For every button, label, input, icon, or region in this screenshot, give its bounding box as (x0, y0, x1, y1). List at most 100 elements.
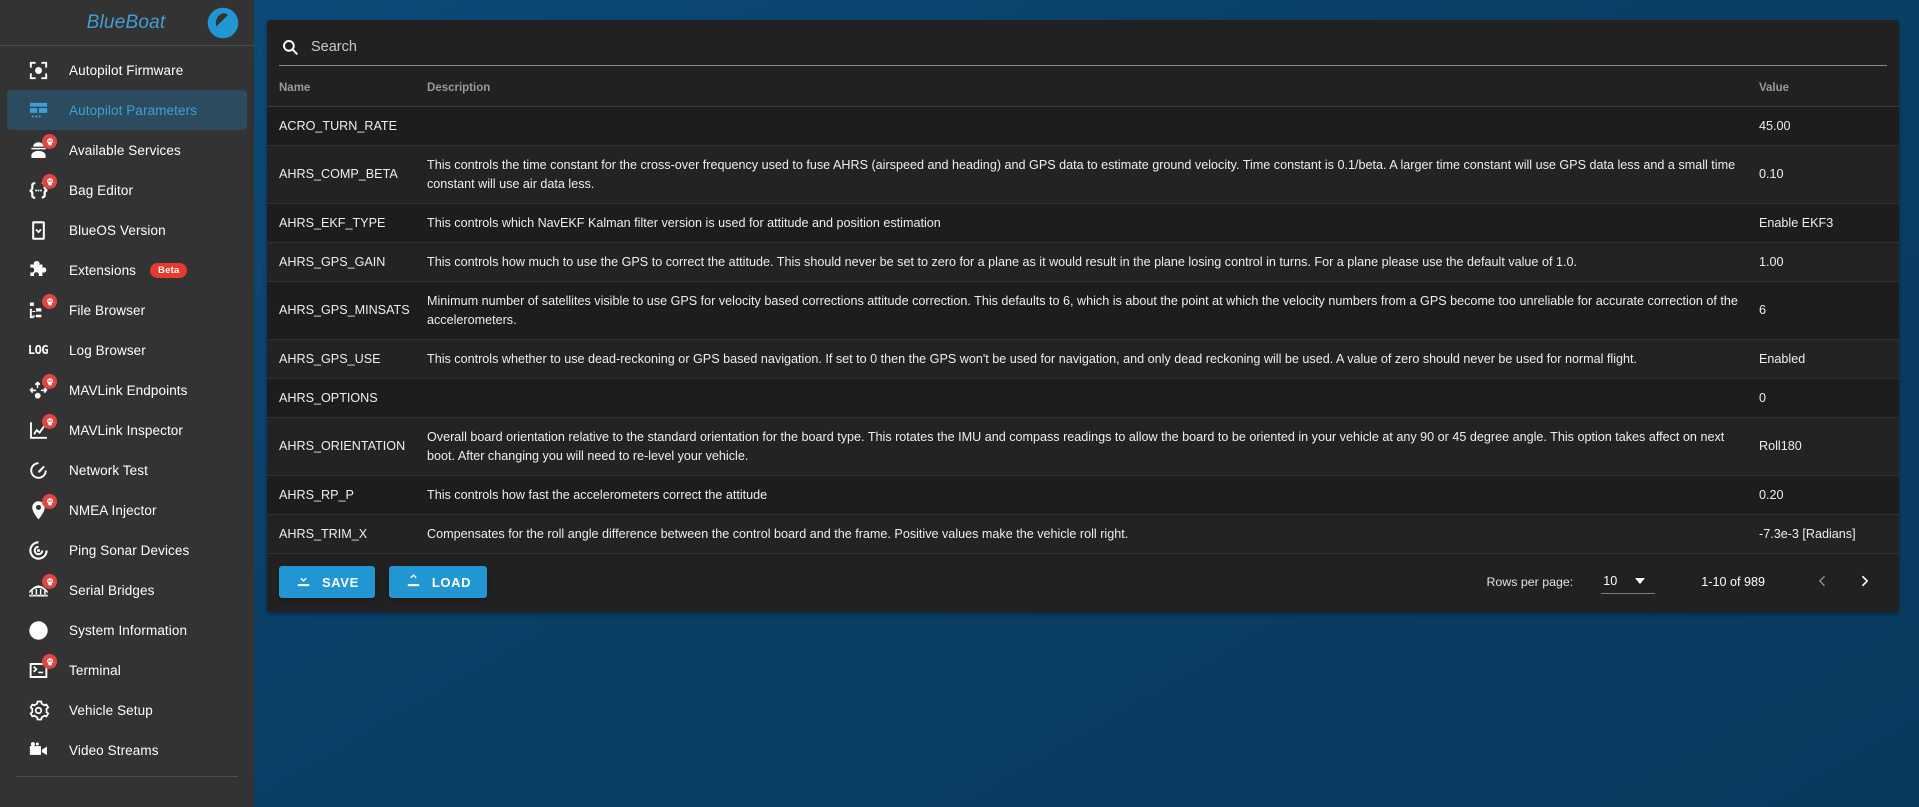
sidebar-item-network-test[interactable]: Network Test (7, 450, 247, 490)
sidebar-item-label: File Browser (69, 302, 146, 318)
sidebar-item-ping-sonar-devices[interactable]: Ping Sonar Devices (7, 530, 247, 570)
sidebar-item-label: MAVLink Endpoints (69, 382, 188, 398)
sidebar-item-label: System Information (69, 622, 188, 638)
load-button[interactable]: LOAD (388, 566, 488, 599)
parameter-name-cell: AHRS_GPS_GAIN (267, 242, 419, 283)
sidebar-item-video-streams[interactable]: Video Streams (7, 730, 247, 770)
save-button[interactable]: SAVE (279, 566, 375, 599)
sidebar-item-autopilot-parameters[interactable]: Autopilot Parameters (7, 90, 247, 131)
parameter-value-cell: 0.20 (1751, 475, 1899, 516)
sidebar-item-nmea-injector[interactable]: NMEA Injector (7, 490, 247, 530)
sidebar-item-label: BlueOS Version (69, 222, 166, 238)
column-header-value[interactable]: Value (1751, 66, 1899, 107)
chevron-left-icon (1816, 571, 1829, 594)
sidebar-item-label: MAVLink Inspector (69, 422, 183, 438)
rows-per-page-select[interactable]: 10 (1601, 571, 1656, 594)
speedometer-icon (21, 455, 55, 485)
services-person-icon (21, 134, 57, 165)
sidebar-item-autopilot-firmware[interactable]: Autopilot Firmware (7, 50, 247, 90)
parameter-name-cell: AHRS_ORIENTATION (267, 417, 419, 476)
sidebar-item-vehicle-setup[interactable]: Vehicle Setup (7, 690, 247, 730)
table-row[interactable]: AHRS_GPS_USE This controls whether to use… (267, 339, 1899, 380)
alert-skull-badge (42, 414, 57, 430)
parameter-name-cell: AHRS_EKF_TYPE (267, 203, 419, 244)
parameter-value-cell: Enable EKF3 (1751, 203, 1899, 244)
bridge-icon (21, 574, 57, 605)
previous-page-button[interactable] (1805, 565, 1839, 599)
pagination: Rows per page: 10 1-10 of 989 (1486, 565, 1881, 599)
sidebar-item-label: Autopilot Parameters (69, 102, 198, 118)
parameter-description-cell: Minimum number of satellites visible to … (419, 281, 1751, 340)
sidebar-item-mavlink-inspector[interactable]: MAVLink Inspector (7, 410, 247, 450)
sidebar-item-terminal[interactable]: Terminal (7, 650, 247, 690)
alert-skull-badge (42, 294, 57, 310)
sidebar-item-label: Autopilot Firmware (69, 62, 184, 78)
table-head: Name Description Value (267, 66, 1899, 107)
beta-badge: Beta (150, 263, 188, 278)
parameter-value-cell: -7.3e-3 [Radians] (1751, 514, 1899, 555)
search-icon (281, 38, 299, 56)
search-row[interactable] (279, 32, 1887, 66)
save-button-label: SAVE (322, 574, 359, 590)
column-header-name[interactable]: Name (267, 66, 419, 107)
alert-skull-badge (42, 574, 57, 590)
alert-skull-badge (42, 654, 57, 670)
table-row[interactable]: AHRS_RP_P This controls how fast the acce… (267, 475, 1899, 516)
parameter-description-cell: This controls the time constant for the … (419, 145, 1751, 204)
parameter-name-cell: AHRS_OPTIONS (267, 378, 419, 419)
download-icon (295, 572, 312, 592)
sidebar-item-bag-editor[interactable]: Bag Editor (7, 170, 247, 210)
sidebar-item-label: Video Streams (69, 742, 159, 758)
sidebar-item-label: Available Services (69, 142, 181, 158)
parameter-name-cell: AHRS_RP_P (267, 475, 419, 516)
sidebar-footer (0, 777, 254, 807)
upload-icon (405, 572, 422, 592)
parameter-value-cell: Roll180 (1751, 417, 1899, 476)
sidebar-item-log-browser[interactable]: LOG Log Browser (7, 330, 247, 370)
table-body: ACRO_TURN_RATE 45.00 AHRS_COMP_BETA This co… (267, 106, 1899, 555)
table-row[interactable]: AHRS_EKF_TYPE This controls which NavEKF … (267, 203, 1899, 244)
table-row[interactable]: ACRO_TURN_RATE 45.00 (267, 106, 1899, 147)
gear-icon (21, 695, 55, 725)
sidebar-item-serial-bridges[interactable]: Serial Bridges (7, 570, 247, 610)
table-row[interactable]: AHRS_GPS_GAIN This controls how much to u… (267, 242, 1899, 283)
parameter-value-cell: 1.00 (1751, 242, 1899, 283)
sidebar-item-label: Extensions (69, 262, 137, 278)
sidebar-item-label: Serial Bridges (69, 582, 155, 598)
table-row[interactable]: AHRS_COMP_BETA This controls the time con… (267, 145, 1899, 204)
table-row[interactable]: AHRS_GPS_MINSATS Minimum number of satell… (267, 281, 1899, 340)
alert-skull-badge (42, 494, 57, 510)
log-label-icon: LOG (27, 343, 49, 358)
next-page-button[interactable] (1847, 565, 1881, 599)
sidebar-item-label: NMEA Injector (69, 502, 157, 518)
column-header-description[interactable]: Description (419, 66, 1751, 107)
device-download-icon (21, 215, 55, 245)
table-row[interactable]: AHRS_OPTIONS 0 (267, 378, 1899, 419)
sidebar-item-file-browser[interactable]: File Browser (7, 290, 247, 330)
table-grid-icon (21, 95, 55, 125)
puzzle-piece-icon (21, 255, 55, 285)
sidebar-item-blueos-version[interactable]: BlueOS Version (7, 210, 247, 250)
parameters-table: Name Description Value ACRO_TURN_RATE 45.… (267, 66, 1899, 555)
pie-half-icon (21, 615, 55, 645)
endpoints-arrows-icon (21, 374, 57, 405)
table-row[interactable]: AHRS_TRIM_X Compensates for the roll angl… (267, 514, 1899, 555)
parameter-value-cell: 0 (1751, 378, 1899, 419)
sidebar-item-label: Ping Sonar Devices (69, 542, 190, 558)
alert-skull-badge (42, 374, 57, 390)
parameter-description-cell: This controls whether to use dead-reckon… (419, 339, 1751, 380)
sidebar-item-mavlink-endpoints[interactable]: MAVLink Endpoints (7, 370, 247, 410)
sidebar-item-extensions[interactable]: Extensions Beta (7, 250, 247, 290)
file-tree-icon (21, 294, 57, 325)
search-input[interactable] (311, 39, 1885, 55)
table-row[interactable]: AHRS_ORIENTATION Overall board orientatio… (267, 417, 1899, 476)
sidebar-item-available-services[interactable]: Available Services (7, 130, 247, 170)
parameters-card: Name Description Value ACRO_TURN_RATE 45.… (267, 20, 1899, 613)
alert-skull-badge (42, 134, 57, 150)
parameter-value-cell: Enabled (1751, 339, 1899, 380)
sidebar-header: BlueBoat (0, 0, 254, 47)
footer-actions: SAVE LOAD (279, 566, 488, 599)
parameter-name-cell: AHRS_GPS_USE (267, 339, 419, 380)
sidebar-item-system-information[interactable]: System Information (7, 610, 247, 650)
log-text-icon: LOG (21, 335, 55, 365)
